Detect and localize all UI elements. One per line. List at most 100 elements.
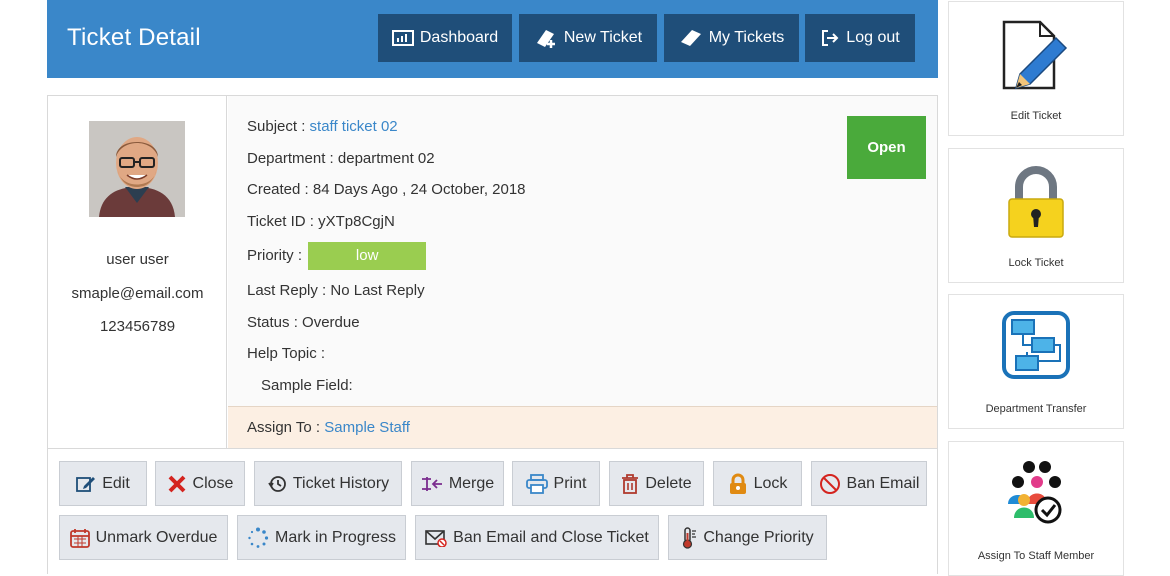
mark-in-progress-label: Mark in Progress <box>275 528 396 546</box>
priority-badge: low <box>308 242 427 270</box>
edit-ticket-card[interactable]: Edit Ticket <box>948 1 1124 136</box>
ticket-history-button[interactable]: Ticket History <box>254 461 402 506</box>
subject-label: Subject : <box>247 118 306 135</box>
user-email: smaple@email.com <box>71 285 204 302</box>
user-phone: 123456789 <box>99 318 176 335</box>
merge-button[interactable]: Merge <box>411 461 504 506</box>
user-info: user user smaple@email.com 123456789 <box>48 96 227 448</box>
padlock-icon <box>1003 165 1069 246</box>
change-priority-button[interactable]: Change Priority <box>668 515 827 560</box>
my-tickets-icon <box>679 28 703 48</box>
delete-label: Delete <box>645 474 692 492</box>
close-label: Close <box>192 474 234 492</box>
ticket-history-label: Ticket History <box>292 474 390 492</box>
department-value: department 02 <box>337 150 435 167</box>
ban-email-label: Ban Email <box>846 474 920 492</box>
status-label: Status : <box>247 314 298 331</box>
ticket-info: Subject : staff ticket 02 Department : d… <box>228 96 937 406</box>
merge-label: Merge <box>448 474 495 492</box>
ticket-id-value: yXTp8CgjN <box>318 213 395 230</box>
sample-field-label: Sample Field: <box>261 377 353 394</box>
assign-staff-label: Assign To Staff Member <box>977 550 1095 562</box>
lock-ticket-label: Lock Ticket <box>1008 257 1064 269</box>
lock-icon <box>728 473 748 495</box>
my-tickets-button[interactable]: My Tickets <box>664 14 799 62</box>
change-priority-label: Change Priority <box>703 528 814 546</box>
help-topic-label: Help Topic : <box>247 345 326 362</box>
lock-label: Lock <box>753 474 788 492</box>
close-button[interactable]: Close <box>155 461 245 506</box>
created-label: Created : <box>247 181 309 198</box>
merge-icon <box>421 474 443 494</box>
lock-ticket-card[interactable]: Lock Ticket <box>948 148 1124 283</box>
dashboard-button[interactable]: Dashboard <box>378 14 512 62</box>
last-reply-value: No Last Reply <box>330 282 425 299</box>
status-row: Status : Overdue <box>247 314 360 331</box>
department-transfer-icon <box>1002 311 1070 384</box>
page-header: Ticket Detail Dashboard New Ticket My Ti… <box>47 0 938 78</box>
subject-row: Subject : staff ticket 02 <box>247 118 398 135</box>
lock-button[interactable]: Lock <box>713 461 802 506</box>
assign-link[interactable]: Sample Staff <box>324 419 410 436</box>
history-icon <box>267 474 287 494</box>
unmark-overdue-label: Unmark Overdue <box>95 528 218 546</box>
last-reply-row: Last Reply : No Last Reply <box>247 282 425 299</box>
sample-field-row: Sample Field: <box>261 377 353 394</box>
print-icon <box>525 473 548 494</box>
priority-row: Priority : low <box>247 242 427 270</box>
priority-label: Priority : <box>247 246 303 264</box>
ban-email-close-label: Ban Email and Close Ticket <box>453 528 649 546</box>
page-title: Ticket Detail <box>67 24 201 51</box>
envelope-icon <box>425 529 447 547</box>
status-badge: Open <box>847 116 926 179</box>
ban-email-close-button[interactable]: Ban Email and Close Ticket <box>415 515 659 560</box>
delete-button[interactable]: Delete <box>609 461 704 506</box>
department-transfer-card[interactable]: Department Transfer <box>948 294 1124 429</box>
print-label: Print <box>553 474 587 492</box>
department-label: Department : <box>247 150 334 167</box>
logout-label: Log out <box>846 29 900 46</box>
print-button[interactable]: Print <box>512 461 600 506</box>
subject-link[interactable]: staff ticket 02 <box>310 118 398 135</box>
logout-icon <box>820 28 840 48</box>
edit-button[interactable]: Edit <box>59 461 147 506</box>
ban-email-button[interactable]: Ban Email <box>811 461 927 506</box>
close-icon <box>167 475 187 493</box>
dashboard-label: Dashboard <box>419 29 499 46</box>
department-transfer-label: Department Transfer <box>985 403 1087 415</box>
department-row: Department : department 02 <box>247 150 435 167</box>
ban-icon <box>819 473 841 495</box>
thermometer-icon <box>681 526 697 549</box>
edit-icon <box>76 475 96 493</box>
spinner-icon <box>247 527 269 549</box>
assign-content: Assign To : Sample Staff <box>247 419 410 436</box>
my-tickets-label: My Tickets <box>708 29 785 46</box>
new-ticket-label: New Ticket <box>563 29 643 46</box>
dashboard-icon <box>391 30 414 46</box>
ticket-id-row: Ticket ID : yXTp8CgjN <box>247 213 395 230</box>
help-topic-row: Help Topic : <box>247 345 325 362</box>
assign-staff-card[interactable]: Assign To Staff Member <box>948 441 1124 576</box>
avatar <box>89 121 185 217</box>
assign-row: Assign To : Sample Staff <box>228 406 937 448</box>
status-value: Overdue <box>302 314 360 331</box>
logout-button[interactable]: Log out <box>805 14 915 62</box>
action-bar: Edit Close Ticket History Merge Print De… <box>48 448 937 574</box>
edit-document-icon <box>1000 16 1072 97</box>
created-row: Created : 84 Days Ago , 24 October, 2018 <box>247 181 526 198</box>
trash-icon <box>621 473 639 494</box>
mark-in-progress-button[interactable]: Mark in Progress <box>237 515 406 560</box>
ticket-panel: user user smaple@email.com 123456789 Sub… <box>47 95 938 574</box>
last-reply-label: Last Reply : <box>247 282 327 299</box>
assign-label: Assign To : <box>247 419 321 436</box>
user-name: user user <box>106 251 169 268</box>
edit-ticket-label: Edit Ticket <box>1010 110 1062 122</box>
ticket-id-label: Ticket ID : <box>247 213 314 230</box>
edit-label: Edit <box>102 474 130 492</box>
unmark-overdue-button[interactable]: Unmark Overdue <box>59 515 228 560</box>
new-ticket-icon <box>534 27 558 49</box>
team-icon <box>1000 460 1072 531</box>
created-value: 84 Days Ago , 24 October, 2018 <box>312 181 526 198</box>
calendar-icon <box>69 528 90 548</box>
new-ticket-button[interactable]: New Ticket <box>519 14 657 62</box>
